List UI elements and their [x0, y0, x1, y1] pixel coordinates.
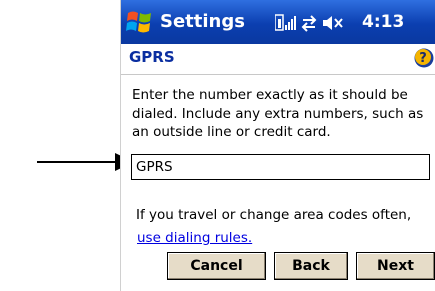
travel-text: If you travel or change area codes often… — [136, 207, 412, 223]
back-button[interactable]: Back — [274, 252, 348, 280]
status-icons[interactable] — [275, 12, 345, 34]
page-header: GPRS ? — [121, 44, 435, 75]
next-button[interactable]: Next — [356, 252, 435, 280]
app-title: Settings — [160, 11, 245, 32]
clock[interactable]: 4:13 — [362, 12, 404, 32]
connectivity-icon — [301, 15, 317, 32]
svg-text:?: ? — [419, 51, 427, 66]
title-bar: Settings 4:13 — [121, 0, 435, 44]
dialing-rules-link[interactable]: use dialing rules. — [137, 230, 252, 246]
speaker-muted-icon — [323, 16, 343, 30]
windows-start-icon[interactable] — [126, 9, 153, 36]
instructions-text: Enter the number exactly as it should be… — [132, 87, 424, 140]
dial-number-field[interactable] — [131, 154, 430, 180]
device-screen: Settings 4:13 GPRS ? Enter the number ex… — [120, 0, 435, 291]
cancel-button[interactable]: Cancel — [167, 252, 266, 280]
help-icon[interactable]: ? — [414, 47, 434, 69]
signal-icon — [275, 14, 296, 31]
page-title: GPRS — [129, 48, 175, 66]
